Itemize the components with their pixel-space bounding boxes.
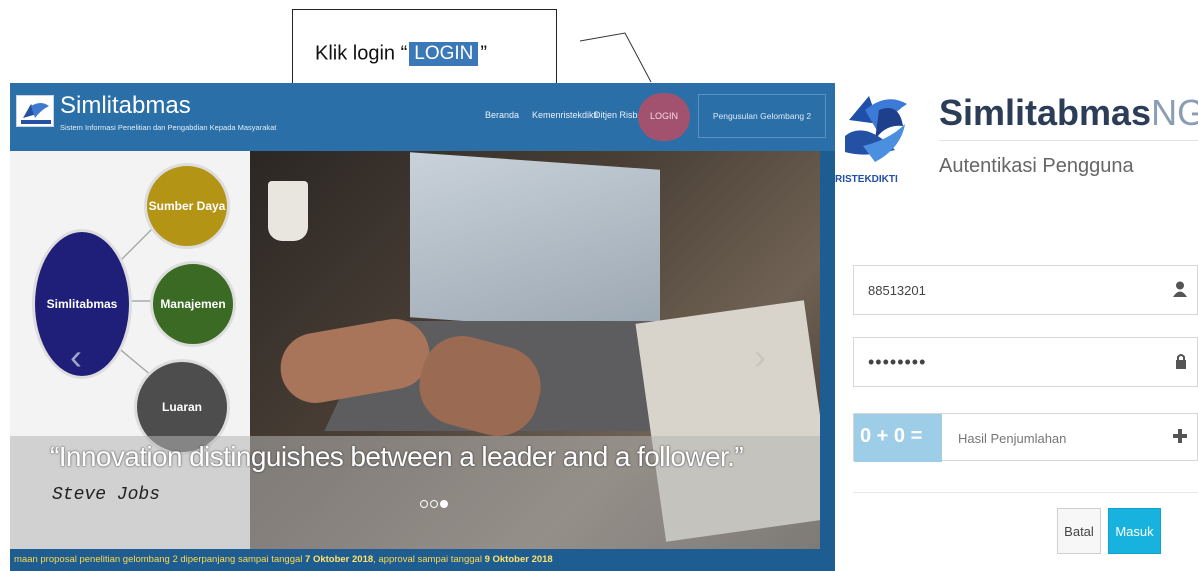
hero-quote-author: Steve Jobs xyxy=(52,485,161,505)
title-divider xyxy=(939,140,1198,141)
ticker-part: maan proposal penelitian gelombang 2 dip… xyxy=(14,554,306,565)
diagram-node-sumber-daya: Sumber Daya xyxy=(144,163,230,249)
carousel-dot[interactable] xyxy=(420,500,428,508)
ristekdikti-logo-icon xyxy=(16,95,54,127)
carousel-dot[interactable] xyxy=(430,500,438,508)
title-main: Simlitabmas xyxy=(939,92,1152,133)
announcement-ticker: maan proposal penelitian gelombang 2 dip… xyxy=(10,549,835,571)
cancel-button[interactable]: Batal xyxy=(1057,508,1101,554)
diagram-node-manajemen: Manajemen xyxy=(150,261,236,347)
carousel-next-icon[interactable]: › xyxy=(754,336,766,378)
nav-kemenristekdikti[interactable]: Kemenristekdikti xyxy=(532,110,598,120)
captcha-text: 0 + 0 = xyxy=(860,425,923,447)
ticker-date-1: 7 Oktober 2018 xyxy=(305,554,374,565)
carousel-indicators xyxy=(420,495,450,513)
laptop-screen-shape xyxy=(410,152,660,335)
hero-quote: “Innovation distinguishes between a lead… xyxy=(50,441,744,472)
captcha-field[interactable]: 0 + 0 = Hasil Penjumlahan xyxy=(853,413,1198,462)
carousel-prev-icon[interactable]: ‹ xyxy=(70,336,82,378)
svg-text:RISTEKDIKTI: RISTEKDIKTI xyxy=(835,174,898,185)
password-field[interactable]: •••••••• xyxy=(853,337,1198,387)
ticker-date-2: 9 Oktober 2018 xyxy=(484,554,553,565)
node-label-simlitabmas: Simlitabmas xyxy=(46,297,118,311)
user-icon xyxy=(1173,281,1187,302)
node-label-luaran: Luaran xyxy=(161,400,202,414)
nav-login-label: LOGIN xyxy=(649,111,678,121)
site-brand: Simlitabmas xyxy=(60,92,191,119)
captcha-question: 0 + 0 = xyxy=(854,414,942,462)
carousel-dot-active[interactable] xyxy=(440,500,448,508)
top-navbar: Simlitabmas Sistem Informasi Penelitian … xyxy=(10,83,835,151)
nav-pengusulan-button[interactable]: Pengusulan Gelombang 2 xyxy=(698,94,826,138)
ristekdikti-logo: RISTEKDIKTI xyxy=(835,90,915,190)
node-label-manajemen: Manajemen xyxy=(160,297,226,311)
nav-login-button[interactable]: LOGIN xyxy=(638,93,690,141)
cancel-label: Batal xyxy=(1064,524,1094,539)
ristekdikti-logo-icon: RISTEKDIKTI xyxy=(835,96,907,185)
node-label-sumber-daya: Sumber Daya xyxy=(148,199,226,213)
form-divider xyxy=(853,492,1198,493)
username-field[interactable]: 88513201 xyxy=(853,265,1198,315)
login-app-title: SimlitabmasNG xyxy=(939,92,1198,134)
username-value: 88513201 xyxy=(868,283,926,298)
ticker-text: maan proposal penelitian gelombang 2 dip… xyxy=(14,554,553,565)
ticker-part: , approval sampai tanggal xyxy=(373,554,485,565)
title-ng: NG xyxy=(1151,92,1198,133)
nav-pengusulan-label: Pengusulan Gelombang 2 xyxy=(712,111,812,121)
site-brand-subtitle: Sistem Informasi Penelitian dan Pengabdi… xyxy=(60,123,277,132)
submit-button[interactable]: Masuk xyxy=(1108,508,1161,554)
captcha-placeholder: Hasil Penjumlahan xyxy=(958,431,1067,446)
login-panel: RISTEKDIKTI SimlitabmasNG Autentikasi Pe… xyxy=(835,80,1198,571)
hero-carousel: Sumber Daya Simlitabmas Manajemen Luaran… xyxy=(10,151,820,549)
website-screenshot: Simlitabmas Sistem Informasi Penelitian … xyxy=(10,83,835,571)
login-subtitle: Autentikasi Pengguna xyxy=(939,155,1134,177)
coffee-cup-shape xyxy=(268,181,308,241)
submit-label: Masuk xyxy=(1115,524,1154,539)
password-value: •••••••• xyxy=(868,352,927,372)
nav-beranda[interactable]: Beranda xyxy=(485,110,519,120)
diagram-node-simlitabmas: Simlitabmas xyxy=(32,229,132,379)
plus-icon xyxy=(1173,429,1187,448)
lock-icon xyxy=(1175,353,1187,374)
